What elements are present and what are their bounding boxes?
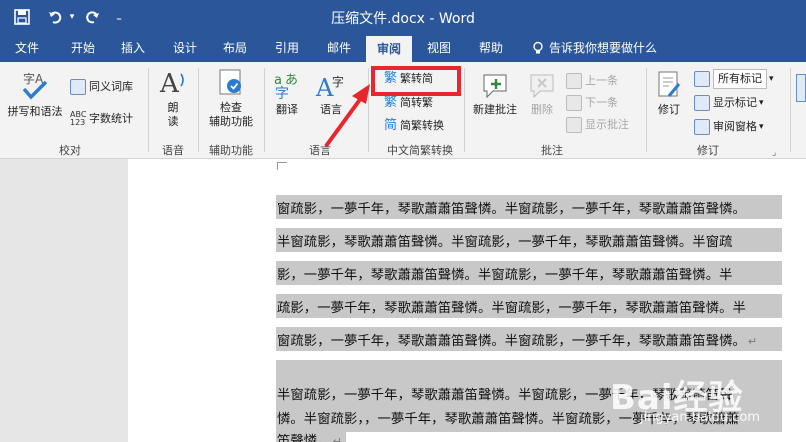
document-line: 疏影，一夢千年，琴歌蕭蕭笛聲憐。半窗疏影，一夢千年，琴歌蕭蕭笛聲憐。半	[277, 301, 746, 316]
paragraph-mark: ↵	[747, 335, 758, 348]
margin-mark	[277, 162, 287, 170]
document-line: 窗疏影，一夢千年，琴歌蕭蕭笛聲憐。半窗疏影，一夢千年，琴歌蕭蕭笛聲憐。 ↵	[277, 334, 758, 349]
paragraph-mark: ↵	[332, 435, 342, 442]
document-line: 笛聲憐。 ↵	[277, 430, 342, 442]
document-line: 影，一夢千年，琴歌蕭蕭笛聲憐。半窗疏影，一夢千年，琴歌蕭蕭笛聲憐。半	[277, 268, 733, 283]
document-line: 半窗疏影，琴歌蕭蕭笛聲憐。半窗疏影，一夢千年，琴歌蕭蕭笛聲憐。半窗疏	[277, 235, 733, 250]
watermark-url: jingyan.baidu.com	[640, 410, 760, 425]
document-line: 窗疏影，一夢千年，琴歌蕭蕭笛聲憐。半窗疏影，一夢千年，琴歌蕭蕭笛聲憐。	[277, 202, 746, 217]
